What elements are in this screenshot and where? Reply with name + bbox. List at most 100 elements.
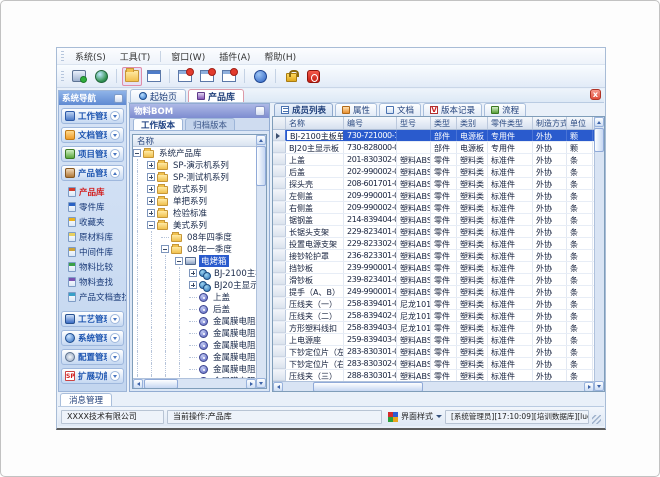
table-row[interactable]: 压线夹（二）258-839402-00X尼龙1010零件塑料类标准件外协条	[273, 310, 594, 322]
menu-item[interactable]: 系统(S)	[68, 48, 113, 65]
tab-message-management[interactable]: 消息管理	[60, 393, 112, 406]
bom-panel-menu-icon[interactable]	[255, 106, 265, 116]
column-header-7[interactable]: 单位	[567, 117, 593, 129]
expand-icon[interactable]	[189, 281, 197, 289]
tree-node[interactable]: 单把系列	[133, 195, 256, 207]
tree-node[interactable]: 金属膜电阻器	[133, 351, 256, 363]
table-row[interactable]: 下钞定位片（左）283-830301-00X塑料ABS零件塑料类标准件外协条	[273, 346, 594, 358]
sidebar-item-favorites[interactable]: 收藏夹	[59, 214, 126, 229]
menu-item[interactable]: 工具(T)	[113, 48, 158, 65]
scroll-left-icon[interactable]	[273, 382, 283, 391]
column-header-2[interactable]: 型号	[397, 117, 431, 129]
sidebar-item-material-search[interactable]: 物料查找	[59, 274, 126, 289]
tree-node[interactable]: 08年一季度	[133, 243, 256, 255]
tab-flow[interactable]: 流程	[484, 103, 526, 116]
sidebar-item-intermediate-parts[interactable]: 中间件库	[59, 244, 126, 259]
sidebar-group-project[interactable]: 项目管理	[61, 146, 124, 162]
table-row[interactable]: 上电源座259-839403-00X塑料ABS零件塑料类标准件外协条	[273, 334, 594, 346]
table-row[interactable]: 方形塑料线扣258-839403-00X尼龙1010零件塑料类标准件外协条	[273, 322, 594, 334]
tree-node[interactable]: 金属膜电阻器	[133, 339, 256, 351]
table-row[interactable]: 接钞轮护罩236-823301-00X塑料ABS零件塑料类标准件外协条	[273, 250, 594, 262]
sidebar-group-work[interactable]: 工作管理	[61, 108, 124, 124]
sidebar-item-parts-library[interactable]: 零件库	[59, 199, 126, 214]
tab-start-page[interactable]: 起始页	[130, 89, 186, 102]
expand-icon[interactable]	[147, 197, 155, 205]
column-header-5[interactable]: 零件类型	[488, 117, 533, 129]
scroll-right-icon[interactable]	[584, 382, 594, 391]
sidebar-group-system[interactable]: 系统管理	[61, 330, 124, 346]
table-row[interactable]: 压线夹（一）258-839401-00X尼龙1010零件塑料类标准件外协条	[273, 298, 594, 310]
tree-node[interactable]: 金属膜电阻器	[133, 327, 256, 339]
tree-node[interactable]: 08年四季度	[133, 231, 256, 243]
tree-node[interactable]: 电烤箱	[133, 255, 256, 267]
close-tab-icon[interactable]: x	[590, 89, 601, 100]
tree-node[interactable]: 上盖	[133, 291, 256, 303]
table-row[interactable]: 挡钞板239-990001-01X塑料ABS零件塑料类标准件外协条	[273, 262, 594, 274]
chevron-down-icon[interactable]	[110, 130, 120, 140]
tab-documents[interactable]: 文档	[379, 103, 421, 116]
table-row[interactable]: 锯钢盖214-839404-01X塑料ABS零件塑料类标准件外协条	[273, 214, 594, 226]
scroll-right-icon[interactable]	[246, 379, 256, 388]
globe-icon[interactable]	[91, 67, 111, 86]
exit-icon[interactable]	[303, 67, 323, 86]
tree-node[interactable]: BJ20主显示板	[133, 279, 256, 291]
folder-open-icon[interactable]	[122, 67, 142, 86]
sidebar-group-product[interactable]: 产品管理	[61, 165, 124, 181]
tree-vscroll-thumb[interactable]	[256, 146, 266, 186]
grid-vertical-scrollbar[interactable]	[594, 117, 604, 391]
tree-column-header[interactable]: 名称	[133, 135, 256, 147]
expand-icon[interactable]	[189, 269, 197, 277]
window-new-icon[interactable]	[175, 67, 195, 86]
tree-node[interactable]: 金属膜电阻器	[133, 315, 256, 327]
expand-icon[interactable]	[147, 209, 155, 217]
tree-node[interactable]: SP-测试机系列	[133, 171, 256, 183]
sidebar-item-product-library[interactable]: 产品库	[59, 184, 126, 199]
ui-style-selector[interactable]: 界面样式	[388, 411, 442, 422]
menu-item[interactable]: 插件(A)	[212, 48, 257, 65]
table-row[interactable]: 左侧盖209-990001-00X塑料ABS零件塑料类标准件外协条	[273, 190, 594, 202]
sidebar-group-sp[interactable]: SP扩展功能	[61, 368, 124, 384]
column-header-1[interactable]: 编号	[344, 117, 397, 129]
scroll-up-icon[interactable]	[594, 117, 604, 127]
chevron-down-icon[interactable]	[110, 352, 120, 362]
column-header-4[interactable]: 类别	[457, 117, 488, 129]
chevron-down-icon[interactable]	[110, 314, 120, 324]
table-row[interactable]: BJ-2100主板单点730-721000-12X部件电源板专用件外协颗	[273, 130, 594, 142]
tree-node[interactable]: 美式系列	[133, 219, 256, 231]
chevron-up-icon[interactable]	[110, 168, 120, 178]
chevron-down-icon[interactable]	[110, 333, 120, 343]
table-row[interactable]: 右侧盖209-990002-01X塑料ABS零件塑料类标准件外协条	[273, 202, 594, 214]
collapse-icon[interactable]	[147, 221, 155, 229]
tab-working-version[interactable]: 工作版本	[133, 118, 183, 130]
sidebar-group-docs[interactable]: 文档管理	[61, 127, 124, 143]
menu-item[interactable]: 窗口(W)	[164, 48, 212, 65]
tree-node[interactable]: 金属膜电阻器	[133, 363, 256, 375]
expand-icon[interactable]	[147, 185, 155, 193]
tree-node[interactable]: 后盖	[133, 303, 256, 315]
resize-grip[interactable]	[592, 415, 601, 424]
sidebar-item-product-doc-search[interactable]: 产品文档查找	[59, 289, 126, 304]
expand-icon[interactable]	[147, 173, 155, 181]
sidebar-item-material-compare[interactable]: 物料比较	[59, 259, 126, 274]
collapse-icon[interactable]	[133, 149, 141, 157]
chevron-down-icon[interactable]	[110, 149, 120, 159]
table-row[interactable]: 压线夹（三）288-830301-00X塑料ABS零件塑料类标准件外协条	[273, 370, 594, 381]
tab-member-list[interactable]: 成员列表	[274, 103, 333, 116]
tree-horizontal-scrollbar[interactable]	[133, 378, 256, 388]
chevron-down-icon[interactable]	[110, 371, 120, 381]
tab-attributes[interactable]: 属性	[335, 103, 377, 116]
table-row[interactable]: 上盖201-830302-00X塑料ABS零件塑料类标准件外协条	[273, 154, 594, 166]
collapse-icon[interactable]	[175, 257, 183, 265]
table-row[interactable]: 长锯头支架229-823401-00X塑料ABS零件塑料类标准件外协条	[273, 226, 594, 238]
sidebar-item-raw-materials[interactable]: 原材料库	[59, 229, 126, 244]
tree-node[interactable]: 检验标准	[133, 207, 256, 219]
column-header-6[interactable]: 制造方式	[533, 117, 567, 129]
menu-item[interactable]: 帮助(H)	[257, 48, 303, 65]
tree-node[interactable]: SP-演示机系列	[133, 159, 256, 171]
scroll-left-icon[interactable]	[133, 379, 143, 388]
tab-archived-version[interactable]: 归档版本	[185, 118, 235, 130]
tab-product-library[interactable]: 产品库	[188, 89, 244, 102]
grid-horizontal-scrollbar[interactable]	[273, 381, 594, 391]
tree-vertical-scrollbar[interactable]	[256, 135, 266, 388]
window-delete-icon[interactable]	[219, 67, 239, 86]
